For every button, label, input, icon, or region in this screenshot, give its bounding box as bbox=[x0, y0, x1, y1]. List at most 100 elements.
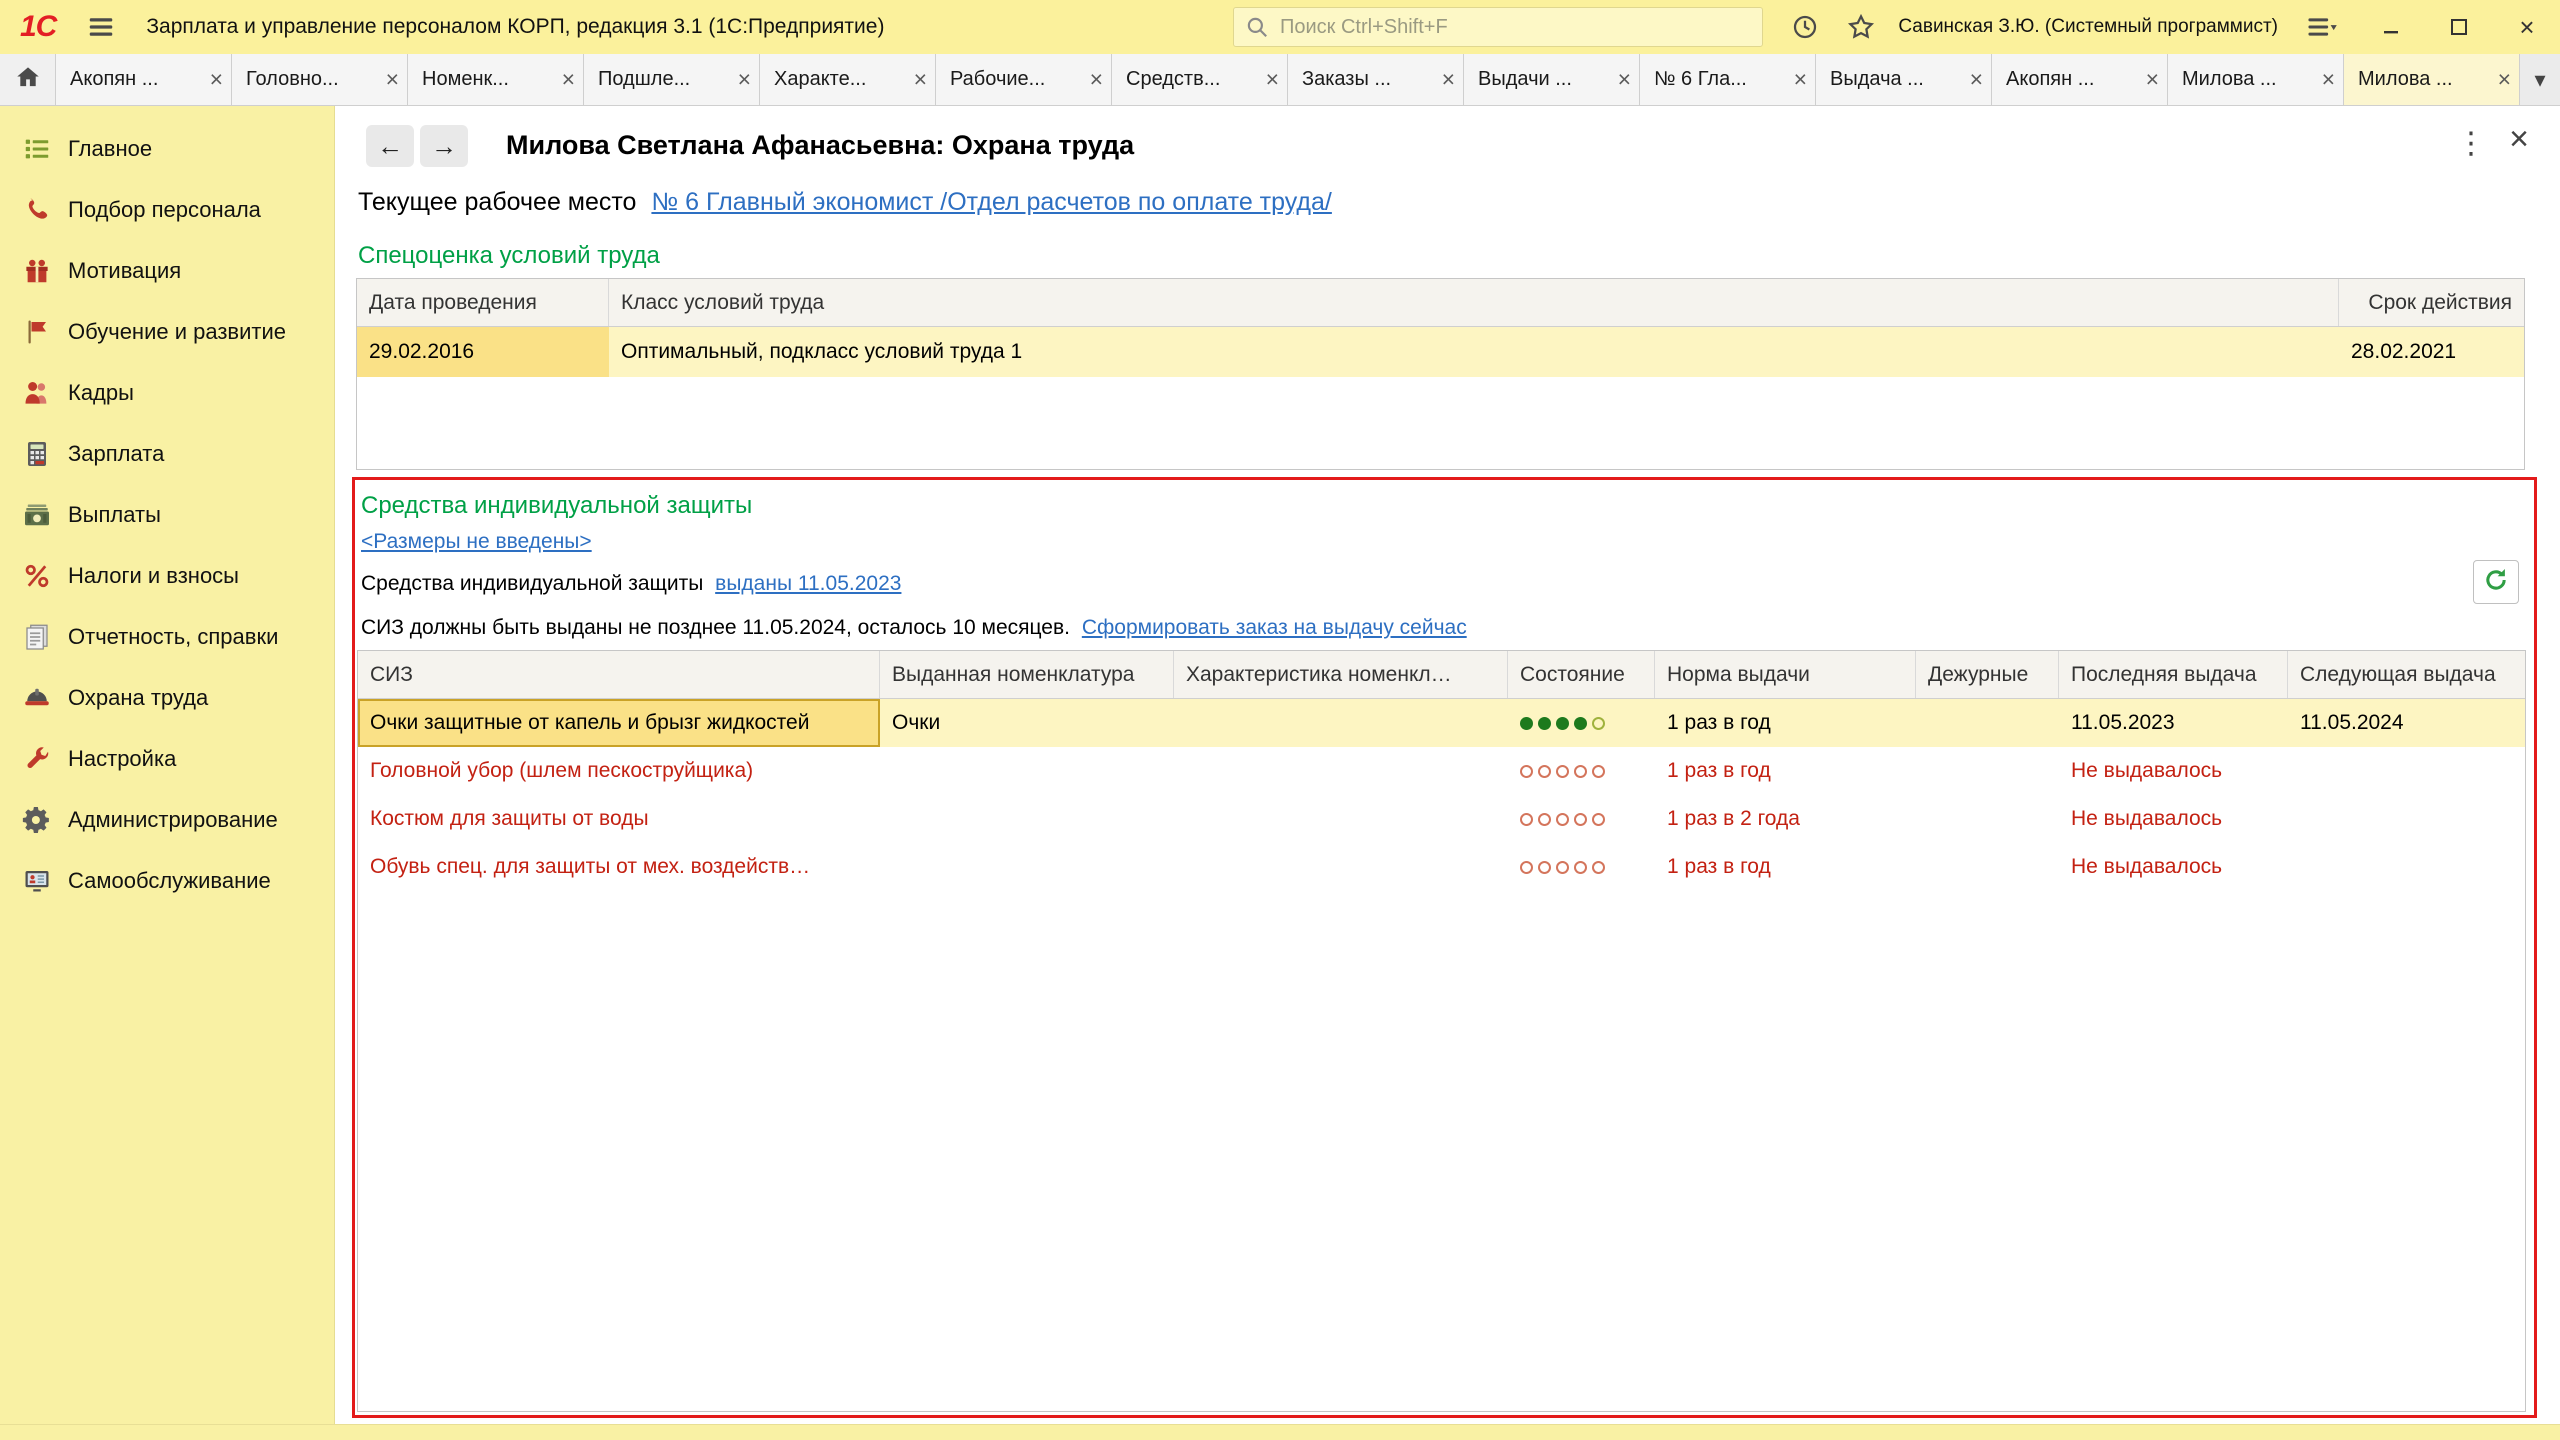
cell-nomenclature[interactable] bbox=[880, 795, 1174, 843]
tab-close-icon[interactable]: × bbox=[1970, 68, 1983, 91]
service-menu-icon[interactable] bbox=[2306, 12, 2338, 42]
cell-state[interactable] bbox=[1508, 747, 1655, 795]
sizes-link[interactable]: <Размеры не введены> bbox=[361, 530, 592, 554]
create-order-link[interactable]: Сформировать заказ на выдачу сейчас bbox=[1082, 616, 1467, 639]
tab-close-icon[interactable]: × bbox=[2146, 68, 2159, 91]
main-menu-icon[interactable] bbox=[86, 12, 116, 42]
tab-14[interactable]: Милова ...× bbox=[2344, 54, 2520, 105]
cell-date[interactable]: 29.02.2016 bbox=[357, 327, 609, 377]
more-menu-button[interactable]: ⋮ bbox=[2453, 126, 2489, 161]
tab-close-icon[interactable]: × bbox=[914, 68, 927, 91]
cell-last-issue[interactable]: 11.05.2023 bbox=[2059, 699, 2288, 747]
cell-last-issue[interactable]: Не выдавалось bbox=[2059, 843, 2288, 891]
tab-close-icon[interactable]: × bbox=[1090, 68, 1103, 91]
form-close-button[interactable]: × bbox=[2501, 120, 2537, 159]
sidebar-item-8[interactable]: Налоги и взносы bbox=[0, 545, 334, 606]
cell-state[interactable] bbox=[1508, 699, 1655, 747]
cell-norm[interactable]: 1 раз в год bbox=[1655, 843, 1916, 891]
issued-date-link[interactable]: выданы 11.05.2023 bbox=[715, 572, 901, 595]
cell-siz[interactable]: Очки защитные от капель и брызг жидкосте… bbox=[358, 699, 880, 747]
tab-7[interactable]: Средств...× bbox=[1112, 54, 1288, 105]
tab-12[interactable]: Акопян ...× bbox=[1992, 54, 2168, 105]
cell-duty[interactable] bbox=[1916, 843, 2059, 891]
cell-last-issue[interactable]: Не выдавалось bbox=[2059, 795, 2288, 843]
tab-close-icon[interactable]: × bbox=[738, 68, 751, 91]
cell-siz[interactable]: Головной убор (шлем пескоструйщика) bbox=[358, 747, 880, 795]
forward-button[interactable]: → bbox=[420, 125, 468, 167]
sidebar-item-4[interactable]: Обучение и развитие bbox=[0, 301, 334, 362]
tab-close-icon[interactable]: × bbox=[1442, 68, 1455, 91]
cell-state[interactable] bbox=[1508, 843, 1655, 891]
tab-2[interactable]: Головно...× bbox=[232, 54, 408, 105]
search-input[interactable] bbox=[1278, 15, 1752, 40]
tab-10[interactable]: № 6 Гла...× bbox=[1640, 54, 1816, 105]
sidebar-item-5[interactable]: Кадры bbox=[0, 362, 334, 423]
cell-class[interactable]: Оптимальный, подкласс условий труда 1 bbox=[609, 327, 2339, 377]
cell-state[interactable] bbox=[1508, 795, 1655, 843]
cell-next-issue[interactable] bbox=[2288, 747, 2525, 795]
cell-characteristic[interactable] bbox=[1174, 747, 1508, 795]
window-minimize-button[interactable] bbox=[2376, 12, 2406, 42]
tab-close-icon[interactable]: × bbox=[1266, 68, 1279, 91]
cell-norm[interactable]: 1 раз в год bbox=[1655, 699, 1916, 747]
tab-8[interactable]: Заказы ...× bbox=[1288, 54, 1464, 105]
tab-4[interactable]: Подшле...× bbox=[584, 54, 760, 105]
ppe-row-3[interactable]: Костюм для защиты от воды 1 раз в 2 года Н… bbox=[358, 795, 2525, 843]
cell-norm[interactable]: 1 раз в год bbox=[1655, 747, 1916, 795]
cell-duty[interactable] bbox=[1916, 795, 2059, 843]
cell-last-issue[interactable]: Не выдавалось bbox=[2059, 747, 2288, 795]
cell-next-issue[interactable] bbox=[2288, 795, 2525, 843]
history-icon[interactable] bbox=[1790, 12, 1820, 42]
sidebar-item-12[interactable]: Администрирование bbox=[0, 789, 334, 850]
window-maximize-button[interactable] bbox=[2444, 12, 2474, 42]
tab-11[interactable]: Выдача ...× bbox=[1816, 54, 1992, 105]
ppe-row-1[interactable]: Очки защитные от капель и брызг жидкосте… bbox=[358, 699, 2525, 747]
home-tab[interactable] bbox=[0, 54, 56, 105]
tab-13[interactable]: Милова ...× bbox=[2168, 54, 2344, 105]
cell-expires[interactable]: 28.02.2021 bbox=[2339, 327, 2524, 377]
sidebar-item-2[interactable]: Подбор персонала bbox=[0, 179, 334, 240]
tab-9[interactable]: Выдачи ...× bbox=[1464, 54, 1640, 105]
tab-close-icon[interactable]: × bbox=[386, 68, 399, 91]
cell-nomenclature[interactable]: Очки bbox=[880, 699, 1174, 747]
favorites-icon[interactable] bbox=[1846, 12, 1876, 42]
tab-close-icon[interactable]: × bbox=[2322, 68, 2335, 91]
cell-duty[interactable] bbox=[1916, 747, 2059, 795]
sidebar-item-9[interactable]: Отчетность, справки bbox=[0, 606, 334, 667]
sidebar-item-11[interactable]: Настройка bbox=[0, 728, 334, 789]
cell-nomenclature[interactable] bbox=[880, 843, 1174, 891]
tab-close-icon[interactable]: × bbox=[562, 68, 575, 91]
cell-norm[interactable]: 1 раз в 2 года bbox=[1655, 795, 1916, 843]
window-close-button[interactable]: × bbox=[2512, 12, 2542, 42]
cell-siz[interactable]: Обувь спец. для защиты от мех. воздейств… bbox=[358, 843, 880, 891]
cell-nomenclature[interactable] bbox=[880, 747, 1174, 795]
sidebar-item-3[interactable]: Мотивация bbox=[0, 240, 334, 301]
sidebar-item-7[interactable]: Выплаты bbox=[0, 484, 334, 545]
cell-characteristic[interactable] bbox=[1174, 843, 1508, 891]
sidebar-item-13[interactable]: Самообслуживание bbox=[0, 850, 334, 911]
tab-close-icon[interactable]: × bbox=[1618, 68, 1631, 91]
global-search[interactable] bbox=[1233, 7, 1763, 47]
workplace-link[interactable]: № 6 Главный экономист /Отдел расчетов по… bbox=[651, 188, 1331, 216]
back-button[interactable]: ← bbox=[366, 125, 414, 167]
ppe-row-2[interactable]: Головной убор (шлем пескоструйщика) 1 раз… bbox=[358, 747, 2525, 795]
tab-1[interactable]: Акопян ...× bbox=[56, 54, 232, 105]
tab-3[interactable]: Номенк...× bbox=[408, 54, 584, 105]
refresh-button[interactable] bbox=[2473, 560, 2519, 604]
cell-characteristic[interactable] bbox=[1174, 795, 1508, 843]
cell-characteristic[interactable] bbox=[1174, 699, 1508, 747]
tab-5[interactable]: Характе...× bbox=[760, 54, 936, 105]
cell-siz[interactable]: Костюм для защиты от воды bbox=[358, 795, 880, 843]
tab-overflow-button[interactable]: ▾ bbox=[2520, 54, 2560, 105]
sidebar-item-1[interactable]: Главное bbox=[0, 118, 334, 179]
sidebar-item-10[interactable]: Охрана труда bbox=[0, 667, 334, 728]
current-user[interactable]: Савинская З.Ю. (Системный программист) bbox=[1898, 16, 2278, 38]
tab-6[interactable]: Рабочие...× bbox=[936, 54, 1112, 105]
assessment-row[interactable]: 29.02.2016Оптимальный, подкласс условий … bbox=[357, 327, 2524, 377]
cell-next-issue[interactable] bbox=[2288, 843, 2525, 891]
cell-duty[interactable] bbox=[1916, 699, 2059, 747]
ppe-row-4[interactable]: Обувь спец. для защиты от мех. воздейств… bbox=[358, 843, 2525, 891]
tab-close-icon[interactable]: × bbox=[1794, 68, 1807, 91]
tab-close-icon[interactable]: × bbox=[210, 68, 223, 91]
tab-close-icon[interactable]: × bbox=[2498, 68, 2511, 91]
